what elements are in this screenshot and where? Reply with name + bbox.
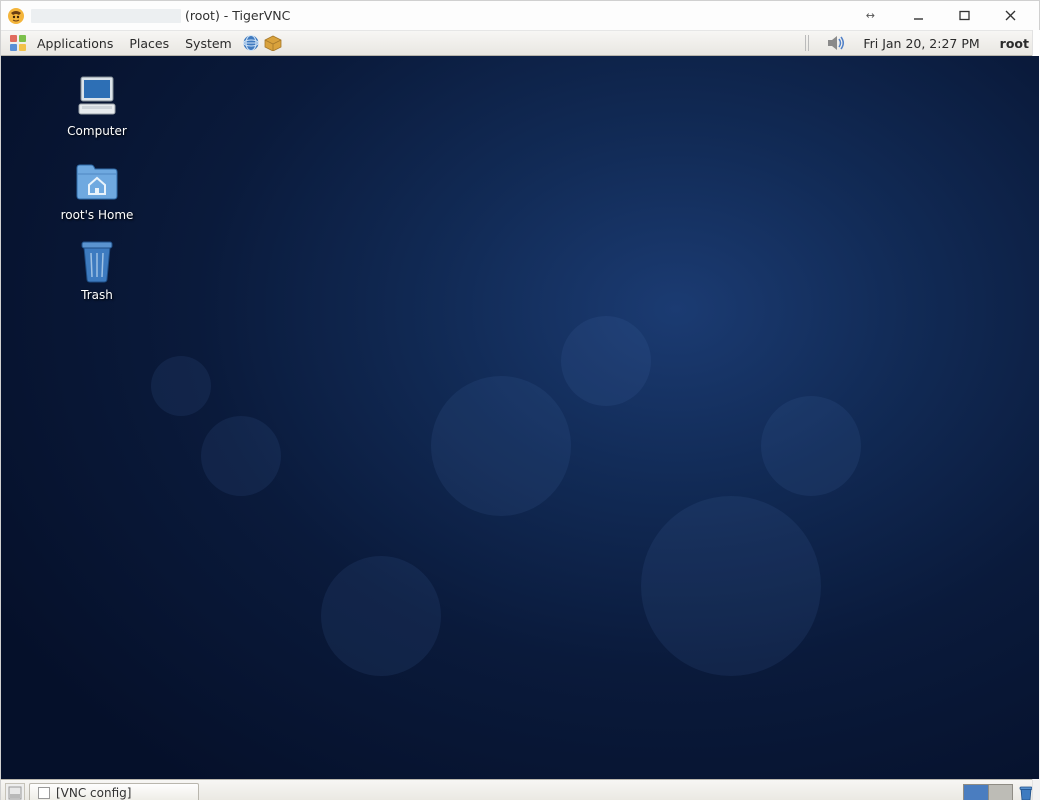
menu-places[interactable]: Places <box>121 31 177 55</box>
wallpaper-bokeh <box>201 416 281 496</box>
host-bottom-sliver <box>0 800 1040 807</box>
trash-icon <box>73 236 121 284</box>
desktop-icon-computer[interactable]: Computer <box>37 72 157 138</box>
taskbar-item-label: [VNC config] <box>56 786 131 800</box>
resize-grip-icon[interactable]: ↔ <box>866 9 875 22</box>
browser-launcher-icon[interactable] <box>240 32 262 54</box>
wallpaper-bokeh <box>641 496 821 676</box>
close-button[interactable] <box>987 1 1033 31</box>
desktop-surface[interactable]: Computer root's Home <box>1 56 1039 779</box>
gnome-menu-icon[interactable] <box>7 32 29 54</box>
redacted-hostname <box>31 9 181 23</box>
desktop-icon-label: Trash <box>37 288 157 302</box>
volume-icon[interactable] <box>825 32 847 54</box>
desktop-icon-home[interactable]: root's Home <box>37 156 157 222</box>
user-menu[interactable]: root <box>996 36 1033 51</box>
wallpaper-bokeh <box>761 396 861 496</box>
workspace-1[interactable] <box>964 785 989 801</box>
workspace-2[interactable] <box>989 785 1013 801</box>
clock[interactable]: Fri Jan 20, 2:27 PM <box>857 36 985 51</box>
user-label: root <box>1000 36 1029 51</box>
computer-icon <box>73 72 121 120</box>
wallpaper-bokeh <box>561 316 651 406</box>
menu-system-label: System <box>185 36 232 51</box>
wallpaper-bokeh <box>151 356 211 416</box>
menu-system[interactable]: System <box>177 31 240 55</box>
desktop-icon-trash[interactable]: Trash <box>37 236 157 302</box>
maximize-button[interactable] <box>941 1 987 31</box>
home-folder-icon <box>73 156 121 204</box>
tigervnc-window: (root) - TigerVNC ↔ Applications Places … <box>0 0 1040 807</box>
desktop-icon-label: Computer <box>37 124 157 138</box>
host-title-suffix: (root) - TigerVNC <box>185 8 290 23</box>
gnome-top-panel[interactable]: Applications Places System Fri Jan 20, 2… <box>1 31 1039 56</box>
panel-grip[interactable] <box>805 35 811 51</box>
clock-text: Fri Jan 20, 2:27 PM <box>863 36 979 51</box>
remote-desktop: Applications Places System Fri Jan 20, 2… <box>1 31 1039 806</box>
window-icon <box>38 787 50 799</box>
wallpaper-bokeh <box>431 376 571 516</box>
tigervnc-icon <box>7 7 25 25</box>
menu-applications-label: Applications <box>37 36 113 51</box>
menu-applications[interactable]: Applications <box>29 31 121 55</box>
package-launcher-icon[interactable] <box>262 32 284 54</box>
host-title: (root) - TigerVNC <box>31 8 290 23</box>
menu-places-label: Places <box>129 36 169 51</box>
top-panel-tray: Fri Jan 20, 2:27 PM root <box>805 32 1033 54</box>
desktop-icon-label: root's Home <box>37 208 157 222</box>
host-titlebar[interactable]: (root) - TigerVNC ↔ <box>1 1 1039 31</box>
wallpaper-bokeh <box>321 556 441 676</box>
minimize-button[interactable] <box>895 1 941 31</box>
